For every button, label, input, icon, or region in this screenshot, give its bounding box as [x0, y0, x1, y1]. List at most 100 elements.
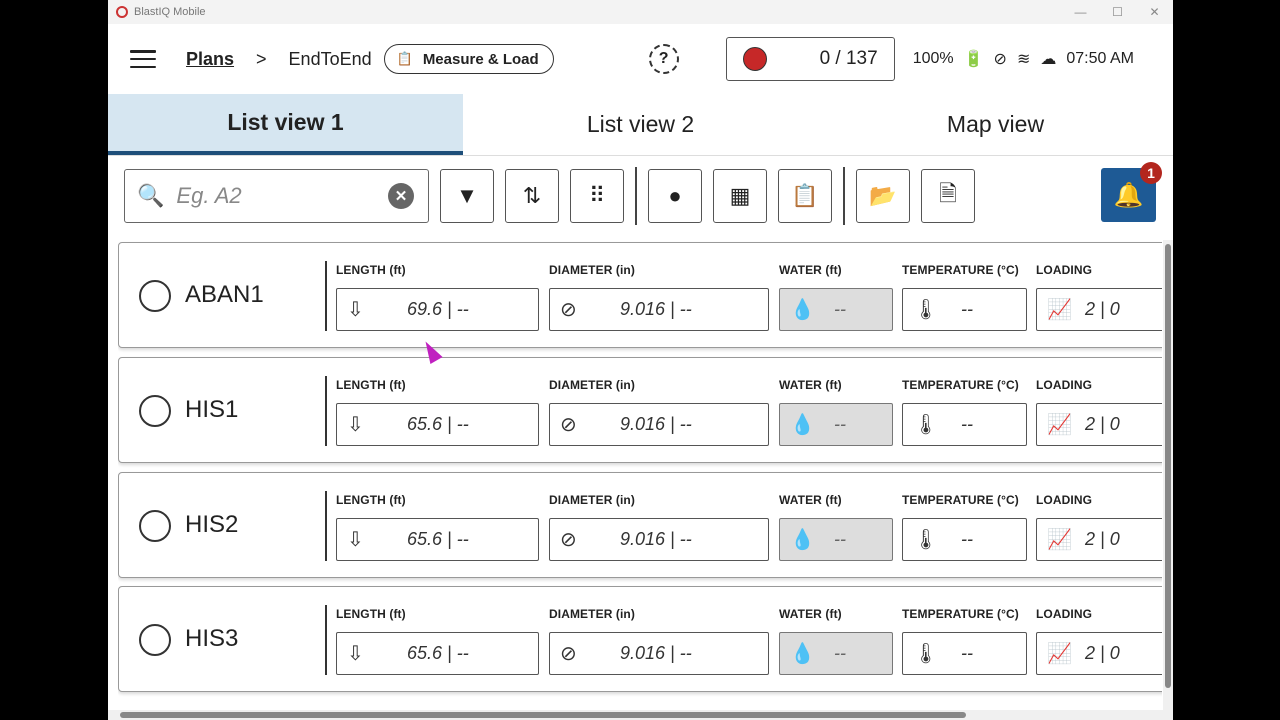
- length-input[interactable]: ⇩ 65.6 | --: [336, 632, 539, 675]
- length-input[interactable]: ⇩ 65.6 | --: [336, 518, 539, 561]
- temperature-input[interactable]: 🌡 --: [902, 518, 1027, 561]
- water-input[interactable]: 💧 --: [779, 518, 893, 561]
- length-icon: ⇩: [347, 529, 364, 551]
- clear-search-icon[interactable]: ✕: [388, 183, 414, 209]
- hole-row[interactable]: ABAN1 LENGTH (ft) ⇩ 69.6 | -- DIAMETER (i…: [118, 242, 1162, 348]
- window-title: BlastIQ Mobile: [134, 6, 206, 18]
- length-label: LENGTH (ft): [336, 607, 406, 621]
- minimize-button[interactable]: —: [1062, 5, 1099, 19]
- loading-field: LOADING 📈 2 | 0: [1036, 607, 1162, 675]
- battery-level: 100%: [912, 50, 954, 67]
- breadcrumb-current: EndToEnd: [288, 48, 372, 69]
- explosive-icon: ●: [668, 183, 682, 208]
- diameter-field: DIAMETER (in) ⊘ 9.016 | --: [549, 607, 769, 675]
- temperature-label: TEMPERATURE (°C): [902, 263, 1019, 277]
- tab-list-view-1[interactable]: List view 1: [108, 94, 463, 155]
- length-input[interactable]: ⇩ 69.6 | --: [336, 288, 539, 331]
- length-input[interactable]: ⇩ 65.6 | --: [336, 403, 539, 446]
- tab-map-view[interactable]: Map view: [818, 94, 1173, 155]
- diameter-label: DIAMETER (in): [549, 493, 635, 507]
- pattern-edit-button[interactable]: ⠿: [570, 169, 624, 223]
- vertical-scroll-thumb[interactable]: [1165, 244, 1171, 688]
- length-field: LENGTH (ft) ⇩ 65.6 | --: [336, 493, 539, 561]
- temperature-field: TEMPERATURE (°C) 🌡 --: [902, 607, 1027, 675]
- clock: 07:50 AM: [1066, 50, 1134, 67]
- loading-input[interactable]: 📈 2 | 0: [1036, 518, 1162, 561]
- temperature-input[interactable]: 🌡 --: [902, 288, 1027, 331]
- notifications-button[interactable]: 🔔 1: [1101, 162, 1162, 222]
- temperature-input[interactable]: 🌡 --: [902, 403, 1027, 446]
- thermometer-icon: 🌡: [913, 643, 939, 665]
- length-value: 65.6 | --: [407, 529, 469, 549]
- length-label: LENGTH (ft): [336, 378, 406, 392]
- loading-field: LOADING 📈 2 | 0: [1036, 263, 1162, 331]
- menu-icon[interactable]: [130, 50, 156, 68]
- thermometer-icon: 🌡: [913, 299, 939, 321]
- vertical-scrollbar[interactable]: [1163, 240, 1173, 710]
- hole-name: HIS3: [185, 625, 239, 652]
- document-view-button[interactable]: 🗎: [921, 169, 975, 223]
- length-label: LENGTH (ft): [336, 263, 406, 277]
- view-tabs: List view 1 List view 2 Map view: [108, 94, 1173, 156]
- hole-row[interactable]: HIS3 LENGTH (ft) ⇩ 65.6 | -- DIAMETER (in…: [118, 586, 1162, 692]
- diameter-input[interactable]: ⊘ 9.016 | --: [549, 403, 769, 446]
- close-window-button[interactable]: ✕: [1136, 5, 1173, 19]
- app-logo-icon: [116, 6, 128, 18]
- select-radio[interactable]: [139, 280, 171, 312]
- filter-button[interactable]: ▼: [440, 169, 494, 223]
- length-value: 65.6 | --: [407, 414, 469, 434]
- diameter-input[interactable]: ⊘ 9.016 | --: [549, 288, 769, 331]
- filter-icon: ▼: [456, 183, 478, 208]
- search-input[interactable]: [176, 183, 377, 209]
- select-radio[interactable]: [139, 395, 171, 427]
- mode-button[interactable]: 📋 Measure & Load: [383, 44, 554, 74]
- diameter-icon: ⊘: [560, 643, 577, 665]
- tab-list-view-2[interactable]: List view 2: [463, 94, 818, 155]
- gps-off-icon: ⊘: [993, 51, 1007, 68]
- progress-counter[interactable]: 0 / 137: [725, 37, 895, 81]
- open-folder-button[interactable]: 📂: [856, 169, 910, 223]
- loading-input[interactable]: 📈 2 | 0: [1036, 288, 1162, 331]
- horizontal-scroll-thumb[interactable]: [120, 712, 966, 718]
- diameter-value: 9.016 | --: [620, 643, 692, 663]
- hole-name: ABAN1: [185, 281, 264, 308]
- diameter-value: 9.016 | --: [620, 529, 692, 549]
- document-eye-icon: 🗎: [939, 181, 957, 206]
- bell-icon: 🔔: [1113, 181, 1144, 209]
- hole-row[interactable]: HIS2 LENGTH (ft) ⇩ 65.6 | -- DIAMETER (in…: [118, 472, 1162, 578]
- diameter-label: DIAMETER (in): [549, 607, 635, 621]
- water-label: WATER (ft): [779, 263, 842, 277]
- temperature-input[interactable]: 🌡 --: [902, 632, 1027, 675]
- loading-input[interactable]: 📈 2 | 0: [1036, 632, 1162, 675]
- mode-label: Measure & Load: [422, 50, 539, 68]
- water-input[interactable]: 💧 --: [779, 288, 893, 331]
- loading-chart-icon: 📈: [1047, 414, 1072, 436]
- help-icon[interactable]: ?: [648, 44, 679, 74]
- maximize-button[interactable]: ☐: [1099, 5, 1136, 19]
- hole-row[interactable]: HIS1 LENGTH (ft) ⇩ 65.6 | -- DIAMETER (in…: [118, 357, 1162, 463]
- row-divider: [325, 261, 327, 331]
- diameter-value: 9.016 | --: [620, 414, 692, 434]
- row-divider: [325, 491, 327, 561]
- loading-label: LOADING: [1036, 493, 1093, 507]
- diameter-label: DIAMETER (in): [549, 263, 635, 277]
- water-input[interactable]: 💧 --: [779, 403, 893, 446]
- toolbar-divider: [843, 167, 845, 225]
- diameter-input[interactable]: ⊘ 9.016 | --: [549, 518, 769, 561]
- table-button[interactable]: ▦: [713, 169, 767, 223]
- hole-name: HIS2: [185, 511, 239, 538]
- temperature-field: TEMPERATURE (°C) 🌡 --: [902, 493, 1027, 561]
- clipboard-button[interactable]: 📋: [778, 169, 832, 223]
- breadcrumb-plans[interactable]: Plans: [186, 49, 234, 70]
- sort-button[interactable]: ⇅: [505, 169, 559, 223]
- select-radio[interactable]: [139, 510, 171, 542]
- explosive-button[interactable]: ●: [648, 169, 702, 223]
- diameter-input[interactable]: ⊘ 9.016 | --: [549, 632, 769, 675]
- search-box: 🔍 ✕: [124, 169, 429, 223]
- water-input[interactable]: 💧 --: [779, 632, 893, 675]
- wifi-off-icon: ≋: [1016, 51, 1031, 68]
- water-label: WATER (ft): [779, 607, 842, 621]
- loading-input[interactable]: 📈 2 | 0: [1036, 403, 1162, 446]
- select-radio[interactable]: [139, 624, 171, 656]
- horizontal-scrollbar[interactable]: [108, 710, 1173, 720]
